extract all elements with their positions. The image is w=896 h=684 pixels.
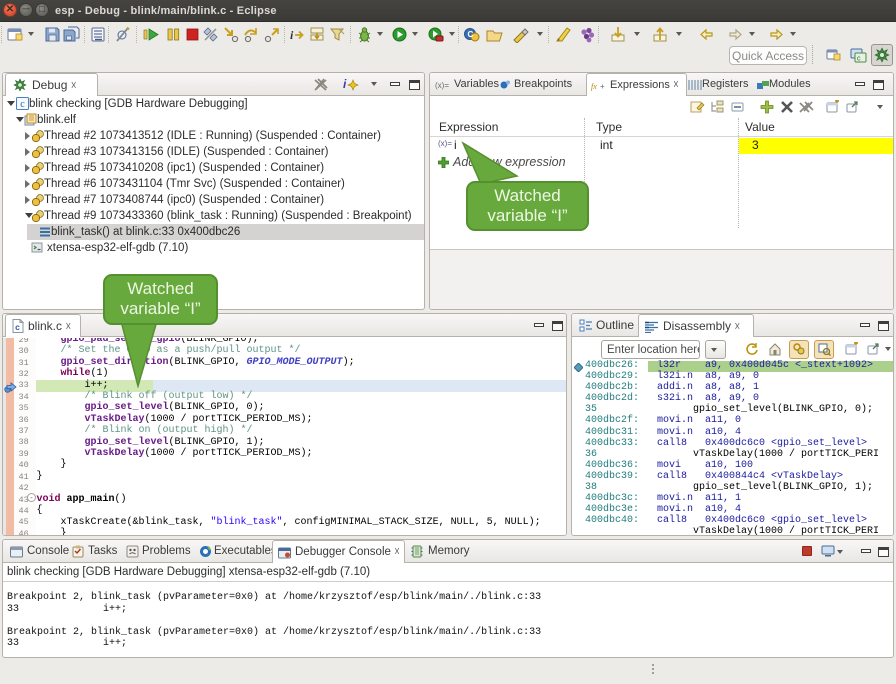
svg-text:c: c xyxy=(15,322,20,332)
svg-text:fx: fx xyxy=(591,82,597,91)
svg-text:i: i xyxy=(290,28,294,42)
svg-text:c: c xyxy=(20,99,25,110)
svg-text:(x)=: (x)= xyxy=(435,81,449,90)
svg-text:c: c xyxy=(857,56,861,63)
svg-text:C: C xyxy=(468,30,474,39)
svg-text:+: + xyxy=(600,82,605,91)
